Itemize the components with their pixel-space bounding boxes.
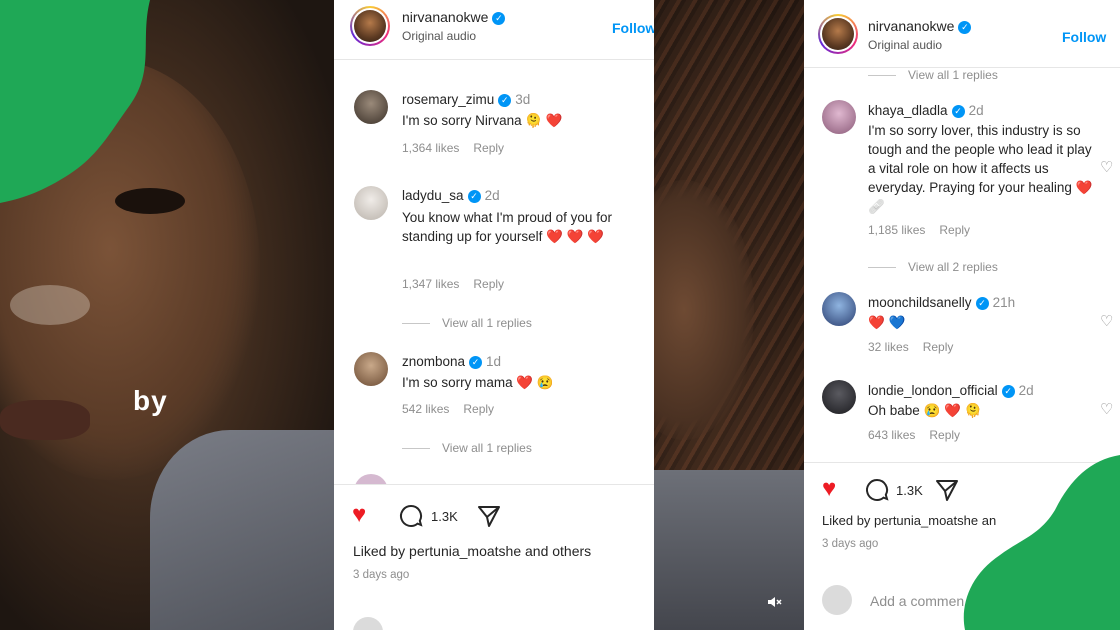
like-heart-icon[interactable]: ♥ (822, 477, 836, 501)
mute-icon[interactable] (766, 594, 782, 613)
post-header: nirvananokwe ✓ Original audio Follow (334, 0, 654, 60)
green-blob-bottom-right (963, 455, 1120, 630)
comment-likes[interactable]: 1,364 likes (402, 141, 459, 155)
share-icon[interactable] (476, 503, 502, 534)
commenter-username[interactable]: rosemary_zimu ✓ 3d (402, 92, 530, 107)
comment-text: Oh babe 😢 ❤️ 🫠 (868, 403, 982, 418)
green-blob-top-left (0, 0, 150, 203)
reply-button[interactable]: Reply (939, 223, 970, 237)
post-username[interactable]: nirvananokwe ✓ (402, 9, 506, 25)
comment-count: 1.3K (896, 483, 923, 498)
video-nose (10, 285, 90, 325)
audio-label[interactable]: Original audio (402, 29, 476, 43)
comment-text: ❤️ 💙 (868, 315, 906, 330)
comment-time: 1d (486, 354, 502, 369)
comment-time: 2d (484, 188, 500, 203)
profile-avatar[interactable] (818, 14, 858, 54)
video-mouth (0, 400, 90, 440)
comment-time: 3d (515, 92, 531, 107)
commenter-avatar[interactable] (822, 100, 856, 134)
liked-by-text[interactable]: Liked by pertunia_moatshe and others (353, 543, 591, 559)
screenshot-collage: by nirvananokwe ✓ Original audio Follow r… (0, 0, 1120, 630)
verified-icon: ✓ (1001, 385, 1015, 398)
post-time: 3 days ago (822, 538, 879, 550)
reply-button[interactable]: Reply (473, 141, 504, 155)
video-caption: by (133, 385, 168, 416)
follow-button[interactable]: Follow (1062, 29, 1106, 45)
post-time: 3 days ago (353, 569, 410, 581)
comment-likes[interactable]: 643 likes (868, 428, 915, 442)
post-actions: ♥ 1.3K Liked by pertunia_moatshe and oth… (334, 484, 654, 630)
comments-panel-left: nirvananokwe ✓ Original audio Follow rose… (334, 0, 654, 630)
view-replies-link[interactable]: View all 1 replies (868, 68, 998, 82)
commenter-avatar[interactable] (354, 352, 388, 386)
share-icon[interactable] (934, 477, 960, 508)
comment-icon[interactable] (864, 477, 890, 508)
view-replies-link[interactable]: View all 2 replies (868, 260, 998, 274)
comment-meta: 1,185 likes Reply (868, 223, 970, 237)
comment-meta: 542 likes Reply (402, 402, 494, 416)
reply-button[interactable]: Reply (929, 428, 960, 442)
verified-icon: ✓ (975, 297, 989, 310)
commenter-avatar[interactable] (354, 90, 388, 124)
add-comment-input[interactable]: Add a commen (870, 593, 964, 609)
comment-time: 2d (968, 103, 984, 118)
reel-video-right[interactable] (654, 0, 804, 630)
commenter-avatar[interactable] (354, 186, 388, 220)
verified-icon: ✓ (467, 190, 481, 203)
comment-time: 21h (992, 295, 1016, 310)
verified-icon: ✓ (951, 105, 965, 118)
verified-icon: ✓ (469, 356, 483, 369)
comment-text: You know what I'm proud of you for stand… (402, 210, 612, 244)
verified-icon: ✓ (498, 94, 512, 107)
comment-likes[interactable]: 1,185 likes (868, 223, 925, 237)
comment-meta: 643 likes Reply (868, 428, 960, 442)
comment-icon[interactable] (398, 503, 424, 534)
comment-likes[interactable]: 1,347 likes (402, 277, 459, 291)
comment-likes[interactable]: 32 likes (868, 340, 909, 354)
verified-icon: ✓ (958, 21, 972, 34)
comment-text: I'm so sorry mama ❤️ 😢 (402, 375, 554, 390)
post-username[interactable]: nirvananokwe ✓ (868, 18, 972, 34)
follow-button[interactable]: Follow (612, 20, 654, 36)
reply-button[interactable]: Reply (923, 340, 954, 354)
comment-meta: 1,364 likes Reply (402, 141, 504, 155)
commenter-username[interactable]: znombona ✓ 1d (402, 354, 501, 369)
verified-icon: ✓ (492, 12, 506, 25)
comment-text: I'm so sorry Nirvana 🫠 ❤️ (402, 113, 563, 128)
comment-time: 2d (1018, 383, 1034, 398)
comment-meta: 32 likes Reply (868, 340, 953, 354)
comment-likes[interactable]: 542 likes (402, 402, 449, 416)
comment-like-icon[interactable]: ♡ (1100, 312, 1113, 330)
commenter-username[interactable]: moonchildsanelly ✓ 21h (868, 295, 1015, 310)
post-header: nirvananokwe ✓ Original audio Follow (804, 0, 1120, 68)
audio-label[interactable]: Original audio (868, 38, 942, 52)
comment-like-icon[interactable]: ♡ (1100, 400, 1113, 418)
comment-like-icon[interactable]: ♡ (1100, 158, 1113, 176)
view-replies-link[interactable]: View all 1 replies (402, 316, 532, 330)
comment-count: 1.3K (431, 509, 458, 524)
commenter-username[interactable]: londie_london_official ✓ 2d (868, 383, 1034, 398)
like-heart-icon[interactable]: ♥ (352, 503, 366, 527)
reply-button[interactable]: Reply (463, 402, 494, 416)
profile-avatar[interactable] (350, 6, 390, 46)
comment-meta: 1,347 likes Reply (402, 277, 504, 291)
my-avatar (353, 617, 383, 630)
video-hoodie (150, 430, 334, 630)
commenter-avatar[interactable] (822, 292, 856, 326)
commenter-username[interactable]: khaya_dladla ✓ 2d (868, 103, 984, 118)
reply-button[interactable]: Reply (473, 277, 504, 291)
commenter-avatar[interactable] (822, 380, 856, 414)
commenter-username[interactable]: ladydu_sa ✓ 2d (402, 188, 500, 203)
my-avatar (822, 585, 852, 615)
view-replies-link[interactable]: View all 1 replies (402, 441, 532, 455)
comment-text: I'm so sorry lover, this industry is so … (868, 123, 1093, 214)
